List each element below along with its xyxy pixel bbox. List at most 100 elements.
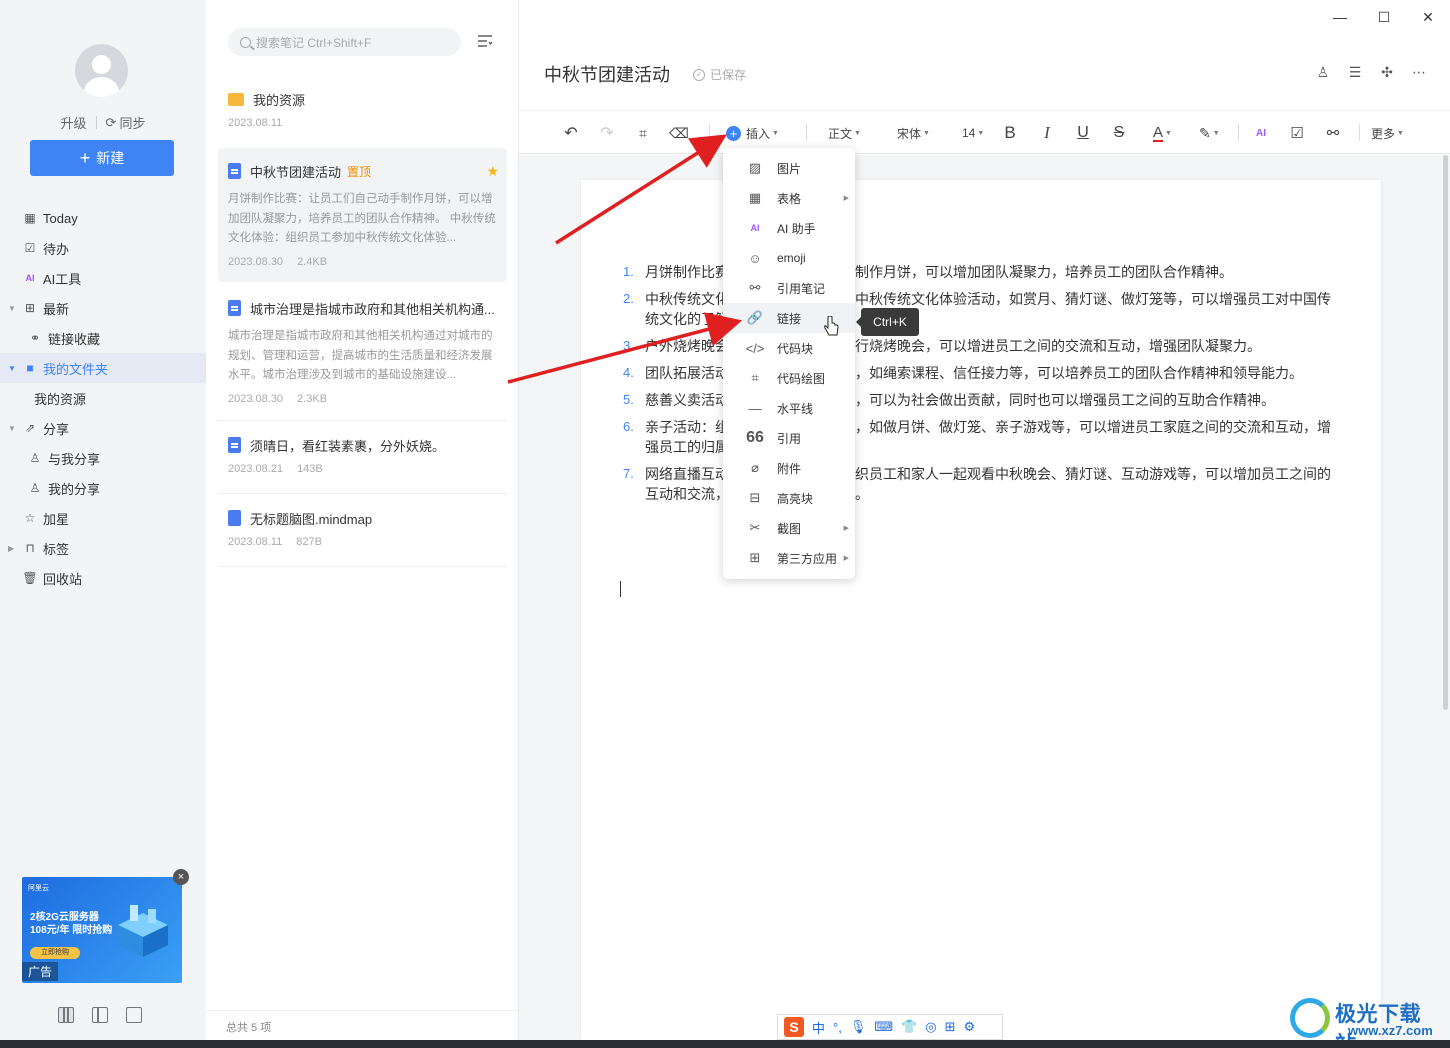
- insert-button[interactable]: + 插入 ▼: [726, 122, 779, 144]
- menu-item-highlight-block[interactable]: ⊟ 高亮块: [723, 483, 855, 513]
- ai-assistant-icon[interactable]: AI: [1251, 122, 1271, 144]
- skin-icon[interactable]: 👕: [901, 1019, 917, 1035]
- document-page[interactable]: 1. 月饼制作比赛：让员工们自己动手制作月饼，可以增加团队凝聚力，培养员工的团队合…: [581, 180, 1381, 1040]
- save-status-label: 已保存: [710, 68, 747, 82]
- search-input[interactable]: 搜索笔记 Ctrl+Shift+F: [228, 28, 461, 56]
- minimize-icon[interactable]: —: [1318, 0, 1362, 34]
- settings-icon[interactable]: ⚙: [964, 1019, 976, 1035]
- link-icon: ⚭: [29, 331, 41, 345]
- mindmap-view-icon[interactable]: ✣: [1378, 63, 1396, 81]
- caret-right-icon[interactable]: ▶: [8, 544, 14, 553]
- menu-item-label: 链接: [777, 311, 802, 326]
- sidebar-item-my-shares[interactable]: ♙ 我的分享: [0, 473, 206, 503]
- underline-button[interactable]: U: [1074, 122, 1092, 144]
- menu-item-emoji[interactable]: ☺ emoji: [723, 243, 855, 273]
- ad-close-button[interactable]: ×: [173, 869, 189, 885]
- ime-language[interactable]: 中: [812, 1018, 825, 1037]
- star-icon[interactable]: ★: [486, 163, 499, 180]
- eraser-icon[interactable]: ⌫: [669, 122, 689, 144]
- list-item-folder[interactable]: 我的资源 2023.08.11: [218, 76, 507, 142]
- sidebar-item-share[interactable]: ▼ ⇗ 分享: [0, 413, 206, 443]
- menu-item-third-party-apps[interactable]: ⊞ 第三方应用 ▶: [723, 543, 855, 573]
- sidebar-item-shared-with-me[interactable]: ♙ 与我分享: [0, 443, 206, 473]
- sort-icon[interactable]: [477, 33, 493, 49]
- more-tools-button[interactable]: 更多 ▼: [1371, 122, 1404, 144]
- new-note-button[interactable]: + 新建: [30, 140, 174, 176]
- sidebar-item-link-favorites[interactable]: ⚭ 链接收藏: [0, 323, 206, 353]
- strikethrough-button[interactable]: S: [1110, 122, 1128, 144]
- list-item-note[interactable]: 城市治理是指城市政府和其他相关机构通... 城市治理是指城市政府和其他相关机构通…: [218, 285, 507, 415]
- note-title: 我的资源: [253, 92, 306, 108]
- code-icon: </>: [745, 340, 765, 356]
- caret-down-icon[interactable]: ▼: [8, 364, 16, 373]
- single-column-layout-icon[interactable]: [126, 1007, 142, 1023]
- font-color-button[interactable]: A ▼: [1153, 122, 1172, 144]
- share-icon: ⇗: [24, 421, 36, 435]
- document-title[interactable]: 中秋节团建活动: [544, 61, 670, 87]
- sidebar-item-recent[interactable]: ▼ ⊞ 最新: [0, 293, 206, 323]
- sidebar-item-todo[interactable]: ☑ 待办: [0, 233, 206, 263]
- keyboard-icon[interactable]: ⌨: [874, 1019, 893, 1035]
- bookmark-icon: ⊓: [25, 541, 35, 555]
- list-item-mindmap[interactable]: 无标题脑图.mindmap 2023.08.11 827B: [218, 495, 507, 565]
- sidebar-item-label: 分享: [43, 421, 70, 437]
- note-title: 无标题脑图.mindmap: [250, 511, 373, 527]
- caret-down-icon[interactable]: ▼: [8, 424, 16, 433]
- menu-item-quote[interactable]: 66 引用: [723, 423, 855, 453]
- save-status: ✓ 已保存: [693, 66, 746, 83]
- highlight-color-button[interactable]: ✎ ▼: [1199, 122, 1220, 144]
- menu-item-reference-note[interactable]: ⚯ 引用笔记: [723, 273, 855, 303]
- font-size-select[interactable]: 14 ▼: [962, 122, 984, 144]
- outline-search-icon[interactable]: ☰: [1346, 63, 1364, 81]
- menu-item-code-diagram[interactable]: ⌗ 代码绘图: [723, 363, 855, 393]
- sidebar-item-today[interactable]: ▦ Today: [0, 203, 206, 233]
- font-family-select[interactable]: 宋体 ▼: [897, 122, 930, 144]
- sync-icon[interactable]: ⟳: [106, 115, 117, 131]
- more-icon[interactable]: ⋯: [1410, 63, 1428, 81]
- sidebar-item-my-resources[interactable]: 我的资源: [0, 383, 206, 413]
- ai-icon: AI: [750, 223, 760, 233]
- format-painter-icon[interactable]: ⌗: [633, 122, 653, 144]
- paragraph-style-select[interactable]: 正文 ▼: [828, 122, 861, 144]
- menu-item-horizontal-line[interactable]: — 水平线: [723, 393, 855, 423]
- menu-item-image[interactable]: ▨ 图片: [723, 153, 855, 183]
- bold-button[interactable]: B: [1001, 122, 1019, 144]
- sidebar-item-tags[interactable]: ▶ ⊓ 标签: [0, 533, 206, 563]
- game-icon[interactable]: ◎: [925, 1019, 936, 1035]
- two-column-layout-icon[interactable]: [92, 1007, 108, 1023]
- sidebar-item-ai-tools[interactable]: AI AI工具: [0, 263, 206, 293]
- menu-item-table[interactable]: ▦ 表格 ▶: [723, 183, 855, 213]
- redo-icon[interactable]: ↷: [597, 122, 617, 144]
- punctuation-icon[interactable]: °,: [833, 1020, 842, 1035]
- close-icon[interactable]: ✕: [1406, 0, 1450, 34]
- vertical-scrollbar[interactable]: [1443, 155, 1448, 710]
- menu-item-ai-assistant[interactable]: AI AI 助手: [723, 213, 855, 243]
- sidebar-item-starred[interactable]: ☆ 加星: [0, 503, 206, 533]
- upgrade-link[interactable]: 升级: [61, 113, 87, 132]
- list-item-note[interactable]: 中秋节团建活动 置顶 ★ 月饼制作比赛：让员工们自己动手制作月饼，可以增加团队凝聚…: [218, 148, 507, 282]
- layout-switcher: [58, 1007, 142, 1023]
- checkbox-icon[interactable]: ☑: [1287, 122, 1307, 144]
- ime-toolbar[interactable]: S 中 °, 🎙 ⌨ 👕 ◎ ⊞ ⚙: [777, 1014, 1003, 1040]
- list-item-note[interactable]: 须晴日，看红装素裹，分外妖娆。 2023.08.21 143B: [218, 422, 507, 492]
- sync-link[interactable]: 同步: [119, 113, 145, 132]
- microphone-icon[interactable]: 🎙: [850, 1019, 867, 1035]
- maximize-icon[interactable]: ☐: [1362, 0, 1406, 34]
- share-user-icon[interactable]: ♙: [1314, 63, 1332, 81]
- menu-item-screenshot[interactable]: ✂ 截图 ▶: [723, 513, 855, 543]
- sidebar-item-trash[interactable]: 🗑 回收站: [0, 563, 206, 593]
- ad-banner[interactable]: 阿里云 2核2G云服务器 108元/年 限时抢购 立即抢购 广告: [22, 877, 182, 983]
- apps-icon[interactable]: ⊞: [945, 1019, 956, 1035]
- caret-down-icon[interactable]: ▼: [8, 304, 16, 313]
- italic-button[interactable]: I: [1038, 122, 1056, 144]
- link-note-icon[interactable]: ⚯: [1323, 122, 1343, 144]
- ad-cta-button[interactable]: 立即抢购: [30, 947, 80, 959]
- user-avatar[interactable]: [75, 44, 128, 97]
- image-icon: ▨: [748, 160, 762, 175]
- document-icon: [228, 437, 241, 453]
- menu-item-attachment[interactable]: ⌀ 附件: [723, 453, 855, 483]
- three-column-layout-icon[interactable]: [58, 1007, 74, 1023]
- trash-icon: 🗑: [22, 571, 38, 585]
- undo-icon[interactable]: ↶: [561, 122, 581, 144]
- sidebar-item-my-folder[interactable]: ▼ ■ 我的文件夹: [0, 353, 206, 383]
